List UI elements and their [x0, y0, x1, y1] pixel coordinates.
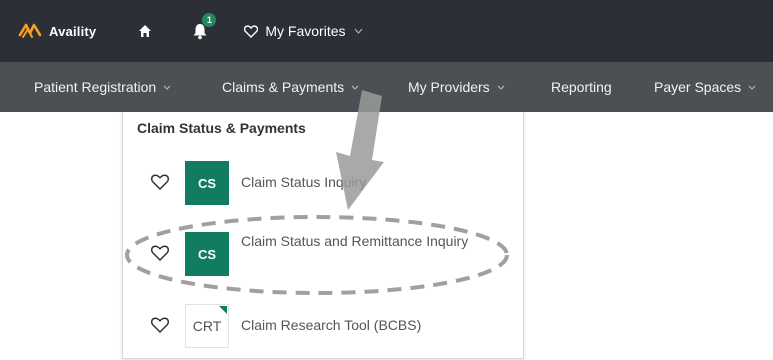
nav-payer-spaces[interactable]: Payer Spaces — [654, 79, 756, 95]
my-favorites-menu[interactable]: My Favorites — [244, 23, 362, 39]
crt-corner-mark — [219, 306, 227, 314]
nav-my-providers[interactable]: My Providers — [408, 79, 505, 95]
crt-app-icon: CRT — [185, 304, 229, 348]
availity-logo[interactable]: Availity — [18, 21, 96, 41]
nav-claims-payments[interactable]: Claims & Payments — [222, 79, 359, 95]
notifications-button[interactable]: 1 — [192, 13, 217, 40]
nav-label: Reporting — [551, 79, 612, 95]
brand-name: Availity — [49, 23, 97, 39]
chevron-down-icon — [351, 85, 359, 90]
claims-payments-dropdown: Claim Status & Payments CS Claim Status … — [122, 112, 524, 359]
menu-item-label: Claim Research Tool (BCBS) — [241, 317, 422, 333]
menu-item-claim-status-inquiry[interactable]: CS Claim Status Inquiry — [123, 159, 523, 207]
availity-logo-icon — [18, 23, 42, 38]
menu-item-label: Claim Status Inquiry — [241, 174, 367, 190]
dropdown-heading: Claim Status & Payments — [137, 120, 306, 136]
nav-reporting[interactable]: Reporting — [551, 79, 612, 95]
cs-app-icon: CS — [185, 161, 229, 205]
chevron-down-icon — [497, 85, 505, 90]
crt-badge-text: CRT — [192, 318, 222, 334]
nav-label: Claims & Payments — [222, 79, 345, 95]
notification-badge: 1 — [202, 13, 217, 27]
main-nav: Patient Registration Claims & Payments M… — [0, 62, 773, 112]
nav-patient-registration[interactable]: Patient Registration — [34, 79, 171, 95]
heart-outline-icon[interactable] — [151, 174, 169, 190]
cs-app-icon: CS — [185, 232, 229, 276]
heart-outline-icon[interactable] — [151, 245, 169, 261]
heart-icon — [244, 24, 259, 38]
nav-label: My Providers — [408, 79, 490, 95]
nav-label: Patient Registration — [34, 79, 157, 95]
menu-item-claim-status-remittance-inquiry[interactable]: CS Claim Status and Remittance Inquiry — [123, 230, 523, 278]
menu-item-claim-research-tool[interactable]: CRT Claim Research Tool (BCBS) — [123, 302, 523, 350]
nav-label: Payer Spaces — [654, 79, 742, 95]
menu-item-label: Claim Status and Remittance Inquiry — [241, 233, 469, 249]
heart-outline-icon[interactable] — [151, 317, 169, 333]
home-icon[interactable] — [138, 24, 152, 38]
chevron-down-icon — [748, 85, 756, 90]
chevron-down-icon — [354, 28, 362, 34]
chevron-down-icon — [163, 85, 171, 90]
top-bar: Availity 1 My Favorites — [0, 0, 773, 62]
my-favorites-label: My Favorites — [265, 23, 346, 39]
